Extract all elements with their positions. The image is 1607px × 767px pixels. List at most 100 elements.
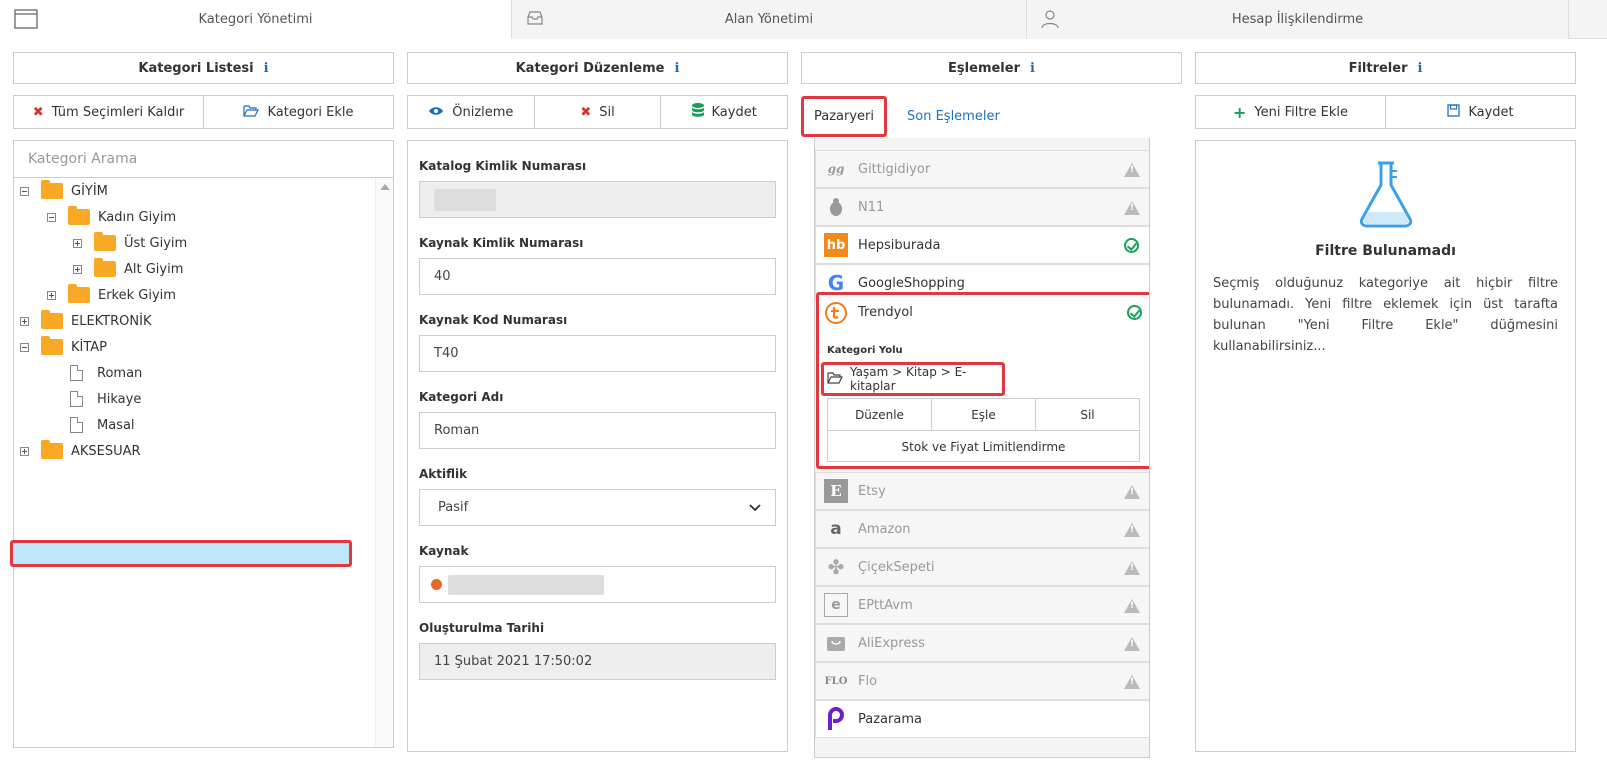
collapse-icon[interactable] [20, 186, 29, 196]
collapse-icon[interactable] [47, 212, 56, 222]
info-icon[interactable]: i [264, 61, 269, 76]
clear-selection-button[interactable]: ✖ Tüm Seçimleri Kaldır [14, 96, 204, 128]
marketplace-gittigidiyor[interactable]: gg Gittigidiyor [815, 150, 1149, 188]
delete-button[interactable]: ✖ Sil [535, 96, 662, 128]
tab-field-management[interactable]: Alan Yönetimi [512, 0, 1027, 39]
tab-marketplace[interactable]: Pazaryeri [801, 96, 887, 137]
marketplace-name: GoogleShopping [858, 275, 965, 291]
warning-icon [1124, 201, 1140, 215]
tree-node-label: GİYİM [71, 183, 108, 199]
floppy-disk-icon [1447, 103, 1460, 121]
active-select[interactable]: Pasif [419, 489, 776, 526]
tree-node[interactable]: AKSESUAR [20, 438, 141, 464]
category-path-value: Yaşam > Kitap > E-kitaplar [821, 362, 1005, 396]
tree-node[interactable]: GİYİM [20, 178, 108, 204]
add-filter-button[interactable]: + Yeni Filtre Ekle [1196, 96, 1386, 128]
marketplace-trendyol[interactable]: Trendyol [819, 295, 1149, 330]
marketplace-name: Flo [858, 673, 878, 689]
save-button[interactable]: Kaydet [661, 96, 787, 128]
tree-node[interactable]: Kadın Giyim [47, 204, 176, 230]
button-label: Önizleme [452, 104, 514, 120]
marketplace-n11[interactable]: N11 [815, 188, 1149, 226]
scroll-up-icon[interactable] [380, 184, 390, 190]
panel-title: Kategori Listesi [138, 60, 254, 76]
stock-price-limit-button[interactable]: Stok ve Fiyat Limitlendirme [828, 431, 1139, 462]
tree-node-label: AKSESUAR [71, 443, 141, 459]
trendyol-logo-icon [824, 301, 848, 325]
category-search-input[interactable]: Kategori Arama [13, 140, 394, 178]
marketplace-pazarama[interactable]: Pazarama [815, 700, 1149, 738]
category-actions: ✖ Tüm Seçimleri Kaldır Kategori Ekle [13, 95, 394, 129]
map-button[interactable]: Eşle [932, 399, 1036, 430]
tab-recent-mappings[interactable]: Son Eşlemeler [907, 96, 1000, 137]
path-text: Yaşam > Kitap > E-kitaplar [850, 365, 967, 393]
marketplace-flo[interactable]: FLO Flo [815, 662, 1149, 700]
tree-node[interactable]: Hikaye [70, 386, 141, 412]
expand-icon[interactable] [73, 264, 82, 274]
marketplace-hepsiburada[interactable]: hb Hepsiburada [815, 226, 1149, 264]
warning-icon [1124, 637, 1140, 651]
marketplace-etsy[interactable]: E Etsy [815, 472, 1149, 510]
category-list-panel: Kategori Listesi i ✖ Tüm Seçimleri Kaldır … [10, 52, 394, 748]
marketplace-amazon[interactable]: a Amazon [815, 510, 1149, 548]
warning-icon [1124, 163, 1140, 177]
empty-filter-text: Seçmiş olduğunuz kategoriye ait hiçbir f… [1213, 276, 1558, 354]
inbox-icon [526, 9, 544, 31]
expand-icon[interactable] [20, 446, 29, 456]
tree-node[interactable]: Üst Giyim [73, 230, 187, 256]
field-label: Katalog Kimlik Numarası [419, 159, 587, 173]
button-label: Tüm Seçimleri Kaldır [51, 104, 185, 120]
expand-icon[interactable] [47, 290, 56, 300]
expand-icon[interactable] [73, 238, 82, 248]
add-category-button[interactable]: Kategori Ekle [204, 96, 393, 128]
empty-filter-title: Filtre Bulunamadı [1315, 243, 1456, 259]
folder-icon [41, 336, 63, 355]
file-icon [70, 417, 83, 433]
marketplace-aliexpress[interactable]: AliExpress [815, 624, 1149, 662]
marketplace-ciceksepeti[interactable]: ✤ ÇiçekSepeti [815, 548, 1149, 586]
tab-account-linking[interactable]: Hesap İlişkilendirme [1027, 0, 1569, 39]
delete-mapping-button[interactable]: Sil [1036, 399, 1139, 430]
etsy-logo-icon: E [824, 479, 848, 503]
collapse-icon[interactable] [20, 342, 29, 352]
source-id-field[interactable]: 40 [419, 258, 776, 295]
check-circle-icon [1124, 238, 1139, 253]
marketplace-epttavm[interactable]: e EPttAvm [815, 586, 1149, 624]
source-code-field[interactable]: T40 [419, 335, 776, 372]
category-name-field[interactable]: Roman [419, 412, 776, 449]
info-icon[interactable]: i [674, 61, 679, 76]
button-label: Kaydet [1468, 104, 1514, 120]
pazarama-logo-icon [824, 707, 848, 731]
mapping-tabs: Pazaryeri Son Eşlemeler [801, 95, 1182, 138]
folder-icon [41, 180, 63, 199]
tree-node[interactable]: KİTAP [20, 334, 107, 360]
edit-mapping-button[interactable]: Düzenle [828, 399, 932, 430]
info-icon[interactable]: i [1030, 61, 1035, 76]
tab-spacer [1569, 0, 1607, 38]
folder-open-icon [243, 104, 260, 121]
warning-icon [1124, 675, 1140, 689]
tree-node[interactable]: Alt Giyim [73, 256, 183, 282]
tree-node-selected[interactable]: Roman [70, 360, 142, 386]
tree-node[interactable]: Erkek Giyim [47, 282, 176, 308]
marketplace-name: Hepsiburada [858, 237, 941, 253]
save-filters-button[interactable]: Kaydet [1386, 96, 1575, 128]
folder-icon [68, 284, 90, 303]
marketplace-name: N11 [858, 199, 885, 215]
source-field[interactable] [419, 566, 776, 603]
tree-node[interactable]: Masal [70, 412, 135, 438]
file-icon [70, 365, 83, 381]
tree-node[interactable]: ELEKTRONİK [20, 308, 151, 334]
preview-button[interactable]: Önizleme [408, 96, 535, 128]
info-icon[interactable]: i [1417, 61, 1422, 76]
category-path-label: Kategori Yolu [827, 345, 903, 356]
expand-icon[interactable] [20, 316, 29, 326]
warning-icon [1124, 523, 1140, 537]
tree-scrollbar[interactable] [375, 178, 393, 746]
empty-filter-state: Filtre Bulunamadı Seçmiş olduğunuz kateg… [1195, 140, 1576, 752]
field-label: Oluşturulma Tarihi [419, 621, 545, 635]
hepsiburada-logo-icon: hb [824, 233, 848, 257]
tree-node-label: ELEKTRONİK [71, 313, 152, 329]
tab-category-management[interactable]: Kategori Yönetimi [0, 0, 512, 39]
user-icon [1041, 9, 1059, 33]
